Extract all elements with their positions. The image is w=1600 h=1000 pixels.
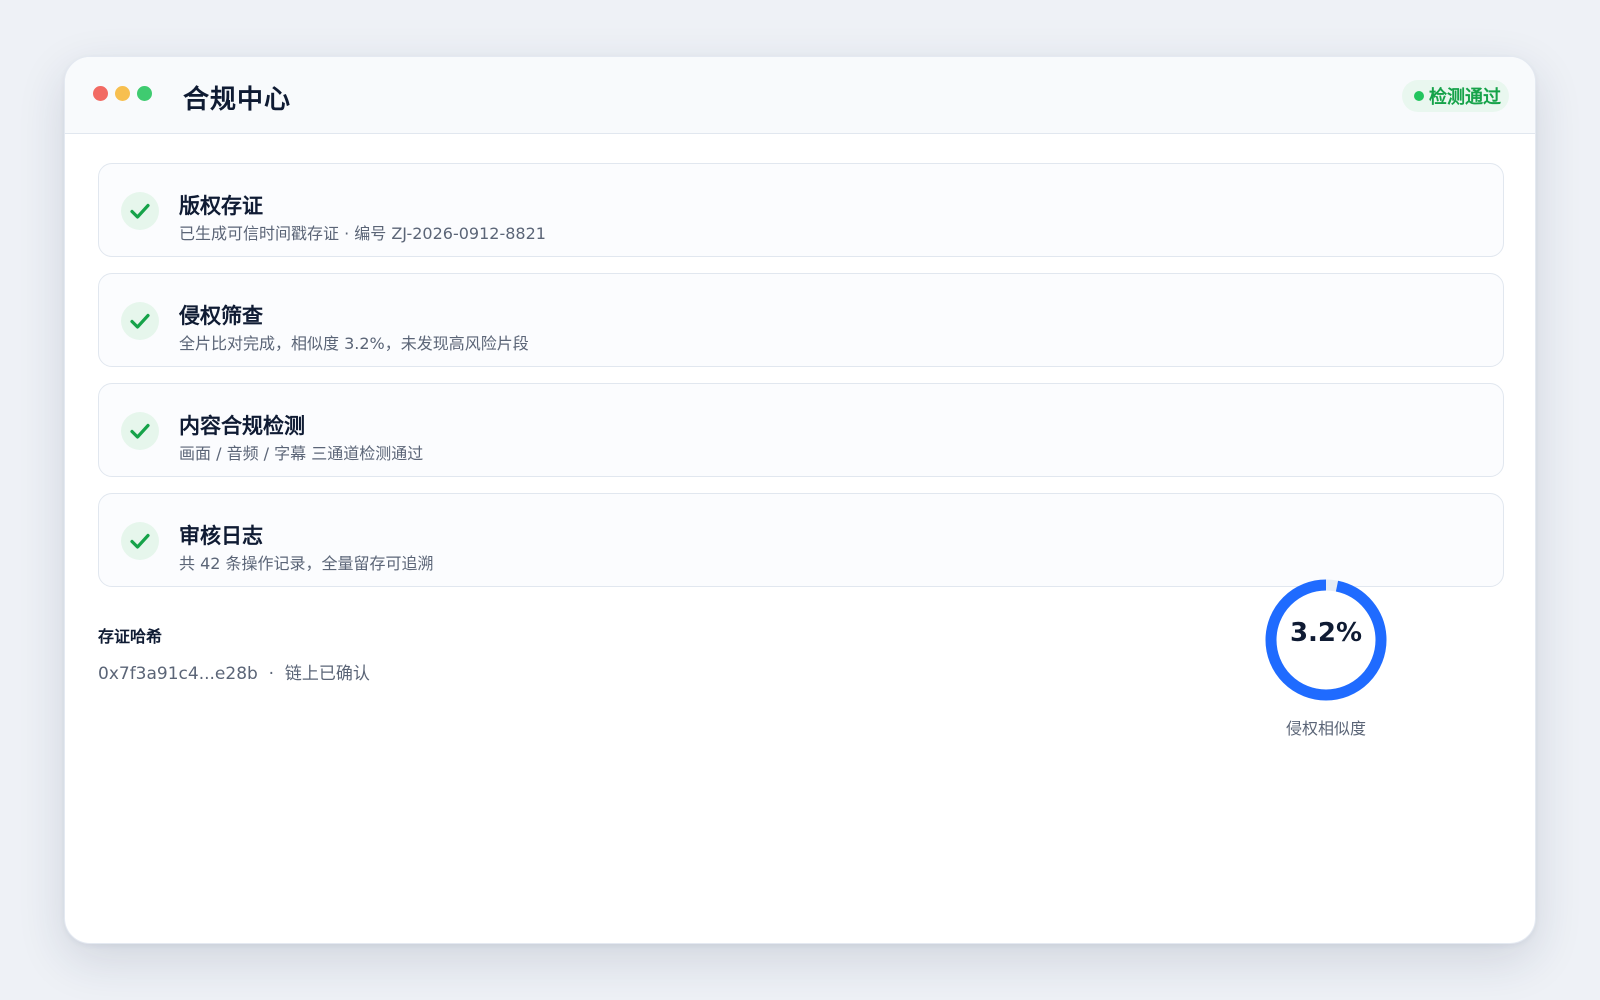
check-card-copyright[interactable]: 版权存证 已生成可信时间戳存证 · 编号 ZJ-2026-0912-8821 [98,163,1504,257]
status-badge-label: 检测通过 [1429,87,1501,108]
similarity-gauge: 3.2% 侵权相似度 [1261,575,1391,739]
status-badge: 检测通过 [1402,80,1509,112]
check-icon [121,522,159,560]
check-title: 版权存证 [179,194,263,218]
check-card-content[interactable]: 内容合规检测 画面 / 音频 / 字幕 三通道检测通过 [98,383,1504,477]
check-icon [121,412,159,450]
check-card-infringement[interactable]: 侵权筛查 全片比对完成，相似度 3.2%，未发现高风险片段 [98,273,1504,367]
check-title: 内容合规检测 [179,414,305,438]
hash-value: 0x7f3a91c4...e28b · 链上已确认 [98,664,370,684]
check-title: 侵权筛查 [179,304,263,328]
gauge-value: 3.2% [1289,618,1363,648]
check-card-audit-log[interactable]: 审核日志 共 42 条操作记录，全量留存可追溯 [98,493,1504,587]
page-title: 合规中心 [183,85,292,115]
status-dot-icon [1414,91,1424,101]
check-description: 画面 / 音频 / 字幕 三通道检测通过 [179,444,424,463]
check-title: 审核日志 [179,524,263,548]
gauge-label: 侵权相似度 [1285,719,1366,738]
title-bar: 合规中心 检测通过 [65,57,1535,134]
check-icon [121,192,159,230]
hash-section: 存证哈希 0x7f3a91c4...e28b · 链上已确认 [98,623,370,684]
check-description: 全片比对完成，相似度 3.2%，未发现高风险片段 [179,334,529,353]
compliance-window: 合规中心 检测通过 版权存证 已生成可信时间戳存证 · 编号 ZJ-2026-0… [64,56,1536,944]
check-description: 共 42 条操作记录，全量留存可追溯 [179,554,434,573]
minimize-window-button[interactable] [115,86,130,101]
close-window-button[interactable] [93,86,108,101]
check-icon [121,302,159,340]
maximize-window-button[interactable] [137,86,152,101]
hash-label: 存证哈希 [98,627,163,646]
check-description: 已生成可信时间戳存证 · 编号 ZJ-2026-0912-8821 [179,224,546,243]
check-list: 版权存证 已生成可信时间戳存证 · 编号 ZJ-2026-0912-8821 侵… [98,163,1504,603]
